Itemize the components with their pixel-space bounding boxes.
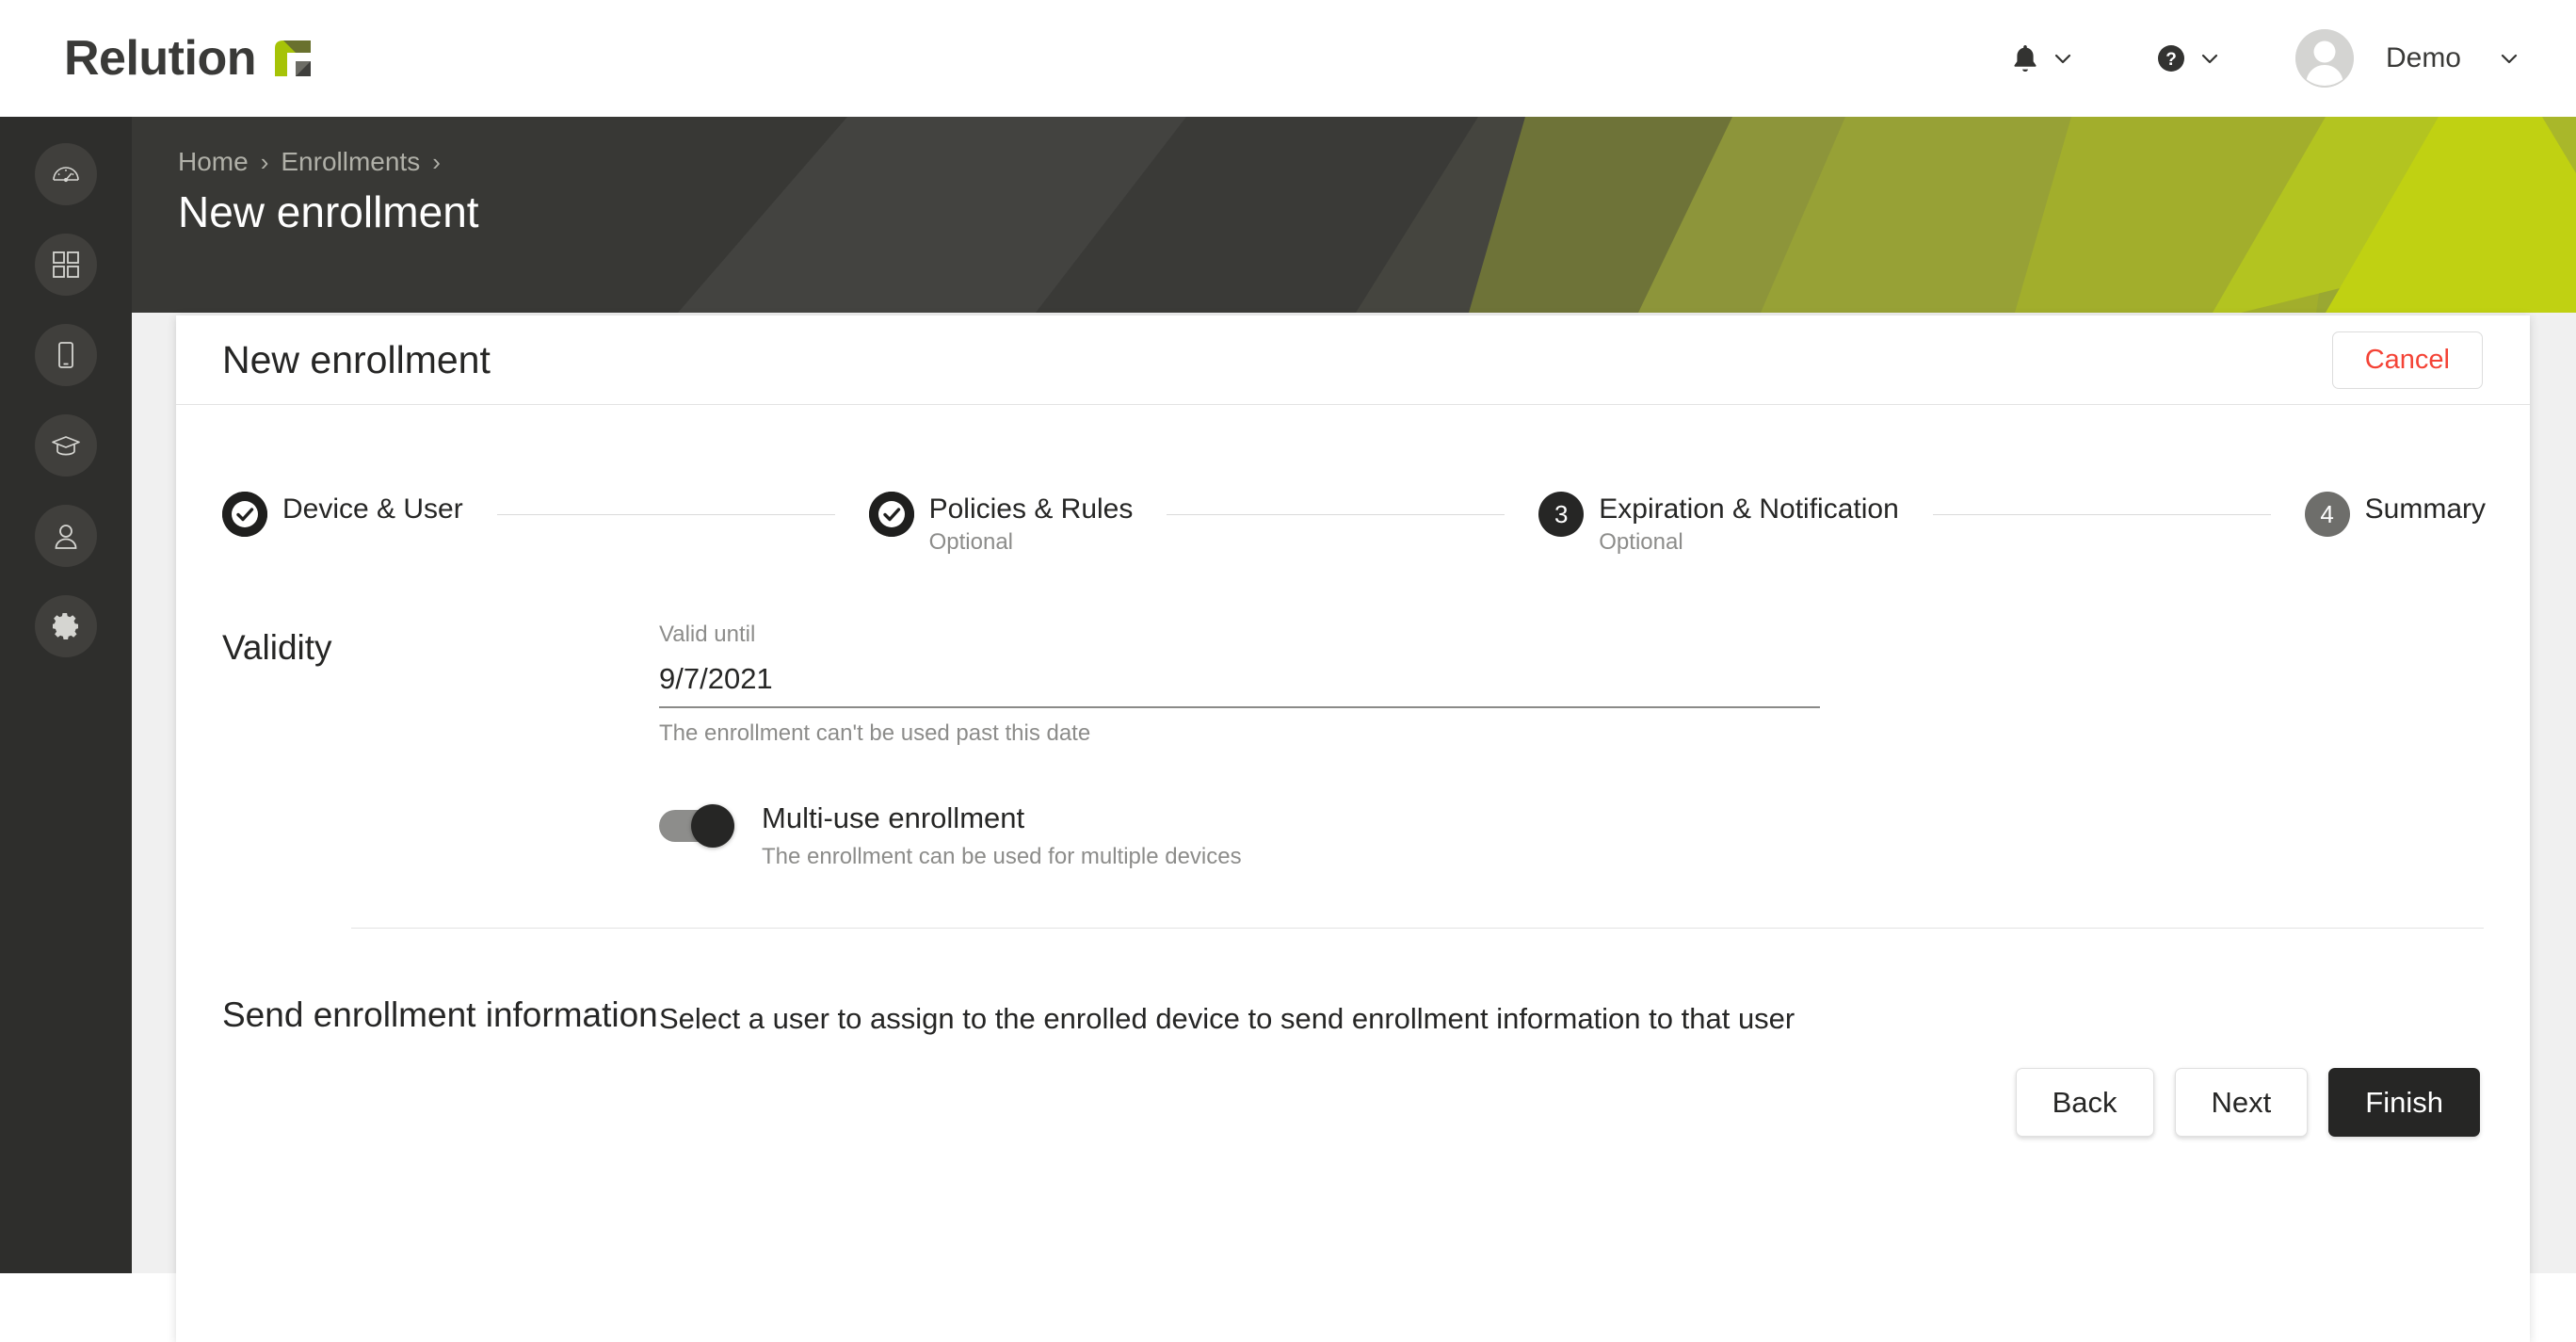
help-circle-icon: ? xyxy=(2156,43,2186,73)
step-summary[interactable]: 4 Summary xyxy=(2304,491,2486,537)
back-button[interactable]: Back xyxy=(2015,1067,2154,1137)
toggle-knob xyxy=(691,803,734,848)
chevron-down-icon xyxy=(2199,48,2220,69)
step-connector xyxy=(496,514,835,515)
breadcrumb-separator: › xyxy=(260,148,269,176)
card-header: New enrollment Cancel xyxy=(176,315,2530,405)
send-info-legend: Send enrollment information xyxy=(222,994,658,1034)
step-marker-done xyxy=(868,492,914,537)
send-info-fields: Select a user to assign to the enrolled … xyxy=(659,990,2484,1036)
step-sublabel: Optional xyxy=(928,528,1013,555)
card-title: New enrollment xyxy=(222,337,491,381)
relution-r-mark-icon xyxy=(273,39,313,78)
section-divider xyxy=(351,927,2484,929)
sidebar-item-users[interactable] xyxy=(35,505,97,567)
validity-legend: Validity xyxy=(222,627,332,667)
valid-until-label: Valid until xyxy=(659,621,756,647)
step-texts: Summary xyxy=(2365,491,2486,526)
top-bar-actions: ? Demo xyxy=(2011,29,2520,88)
banner-pattern xyxy=(132,117,2576,313)
brand-name: Relution xyxy=(64,31,256,86)
page-banner: Home › Enrollments › New enrollment xyxy=(132,117,2576,313)
step-label: Expiration & Notification xyxy=(1599,493,1899,525)
page-title: New enrollment xyxy=(178,187,479,236)
step-texts: Policies & Rules Optional xyxy=(929,491,1134,555)
sidebar xyxy=(0,117,132,1273)
validity-fields: Valid until The enrollment can't be used… xyxy=(659,622,2484,870)
top-bar: Relution ? Demo xyxy=(0,0,2576,117)
multi-use-toggle[interactable] xyxy=(659,803,734,848)
validity-section: Validity Valid until The enrollment can'… xyxy=(222,622,2484,870)
send-info-section: Send enrollment information Select a use… xyxy=(222,990,2484,1036)
send-info-description: Select a user to assign to the enrolled … xyxy=(659,1001,1795,1035)
sidebar-item-devices[interactable] xyxy=(35,324,97,386)
gear-icon xyxy=(51,611,81,641)
finish-button[interactable]: Finish xyxy=(2328,1067,2480,1137)
valid-until-input[interactable] xyxy=(659,655,1820,709)
bell-icon xyxy=(2011,43,2039,73)
grid-apps-icon xyxy=(51,250,81,280)
breadcrumb: Home › Enrollments › xyxy=(178,149,479,175)
main-content: Home › Enrollments › New enrollment New … xyxy=(132,117,2576,1342)
brand-logo[interactable]: Relution xyxy=(64,34,313,83)
smartphone-icon xyxy=(51,340,81,370)
help-menu[interactable]: ? xyxy=(2156,43,2220,73)
valid-until-hint: The enrollment can't be used past this d… xyxy=(659,720,1091,747)
sidebar-item-settings[interactable] xyxy=(35,595,97,657)
step-number: 3 xyxy=(1554,500,1569,528)
avatar xyxy=(2294,29,2354,88)
svg-text:?: ? xyxy=(2165,50,2177,70)
multi-use-row: Multi-use enrollment The enrollment can … xyxy=(659,801,2484,870)
step-marker-active: 3 xyxy=(1538,492,1585,537)
check-icon xyxy=(868,492,914,537)
step-texts: Device & User xyxy=(282,491,463,526)
breadcrumb-item-enrollments[interactable]: Enrollments xyxy=(281,149,420,175)
step-marker-done xyxy=(222,492,267,537)
new-enrollment-card: New enrollment Cancel Device & User Poli… xyxy=(176,315,2530,1342)
step-label: Summary xyxy=(2364,493,2487,525)
step-sublabel: Optional xyxy=(1599,528,1683,555)
sidebar-item-dashboard[interactable] xyxy=(35,143,97,205)
user-menu[interactable]: Demo xyxy=(2294,29,2520,88)
gauge-icon xyxy=(50,158,82,190)
step-marker-todo: 4 xyxy=(2304,492,2350,537)
sidebar-item-education[interactable] xyxy=(35,414,97,477)
chevron-down-icon xyxy=(2499,48,2520,69)
step-label: Device & User xyxy=(282,493,463,525)
multi-use-label: Multi-use enrollment xyxy=(762,800,1025,834)
step-connector xyxy=(1167,514,1505,515)
banner-text: Home › Enrollments › New enrollment xyxy=(178,149,479,237)
sidebar-item-apps[interactable] xyxy=(35,234,97,296)
graduation-cap-icon xyxy=(50,429,82,461)
next-button[interactable]: Next xyxy=(2174,1067,2309,1137)
step-connector xyxy=(1932,514,2271,515)
user-name: Demo xyxy=(2385,42,2461,73)
multi-use-hint: The enrollment can be used for multiple … xyxy=(762,844,1242,870)
breadcrumb-item-home[interactable]: Home xyxy=(178,149,249,175)
check-icon xyxy=(222,492,267,537)
step-policies-and-rules[interactable]: Policies & Rules Optional xyxy=(868,491,1134,555)
step-number: 4 xyxy=(2320,500,2334,528)
step-expiration-and-notification[interactable]: 3 Expiration & Notification Optional xyxy=(1538,491,1899,555)
breadcrumb-separator: › xyxy=(432,148,441,176)
step-texts: Expiration & Notification Optional xyxy=(1599,491,1899,555)
step-label: Policies & Rules xyxy=(928,493,1134,525)
wizard-stepper: Device & User Policies & Rules Optional xyxy=(222,491,2486,555)
step-device-and-user[interactable]: Device & User xyxy=(222,491,463,537)
cancel-button[interactable]: Cancel xyxy=(2331,331,2483,389)
chevron-down-icon xyxy=(2053,48,2073,69)
multi-use-texts: Multi-use enrollment The enrollment can … xyxy=(762,801,1242,870)
notifications-menu[interactable] xyxy=(2011,43,2073,73)
card-actions: Back Next Finish xyxy=(176,1067,2480,1137)
user-icon xyxy=(51,521,81,551)
